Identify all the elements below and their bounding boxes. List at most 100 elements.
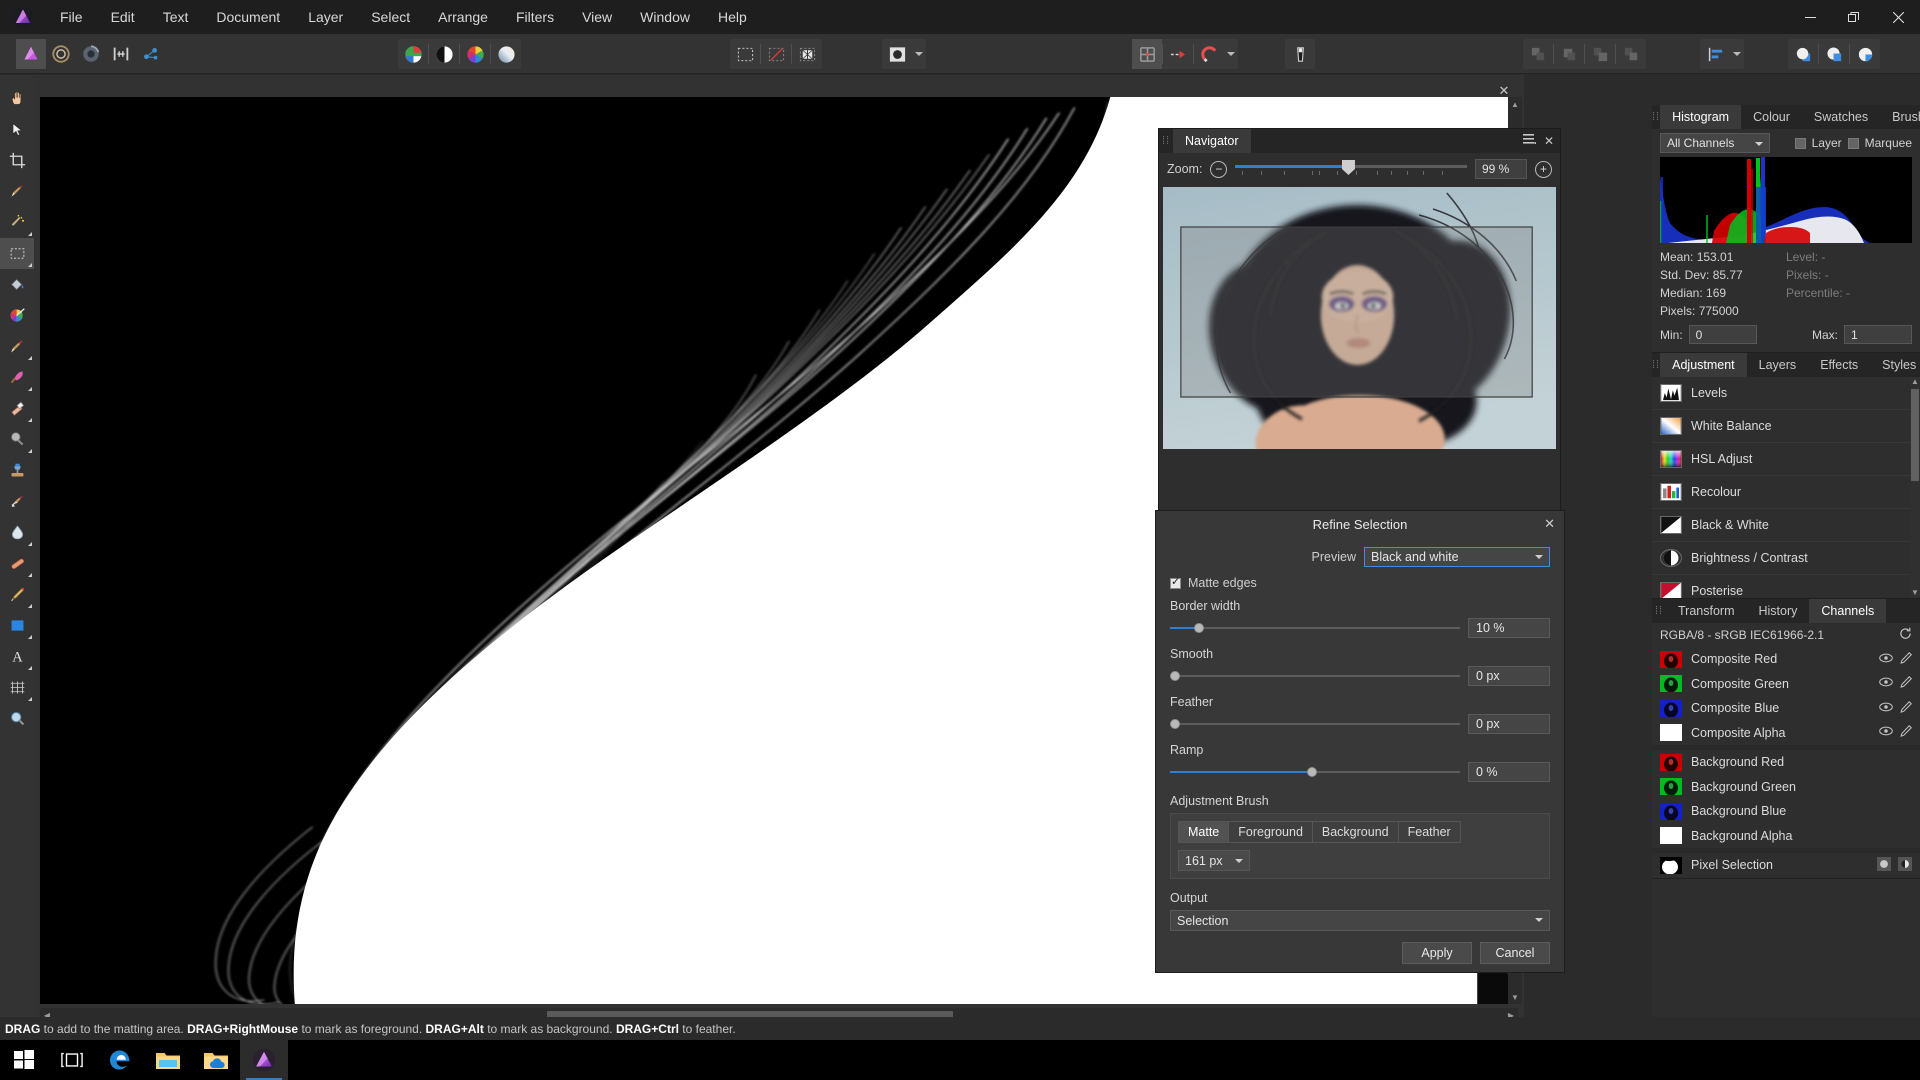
menu-item-text[interactable]: Text	[149, 0, 203, 34]
min-field[interactable]: 0	[1688, 325, 1757, 344]
blur-brush-tool-icon[interactable]	[0, 517, 34, 548]
cancel-button[interactable]: Cancel	[1480, 942, 1550, 964]
clear-selection-icon[interactable]	[761, 39, 791, 69]
scroll-up-icon[interactable]: ▲	[1911, 377, 1919, 387]
liquify-persona-icon[interactable]	[46, 39, 76, 69]
move-to-back-icon[interactable]	[1616, 39, 1646, 69]
max-field[interactable]: 1	[1844, 325, 1912, 344]
undo-brush-tool-icon[interactable]	[0, 486, 34, 517]
scroll-down-icon[interactable]: ▼	[1508, 990, 1522, 1004]
move-to-front-icon[interactable]	[1523, 39, 1553, 69]
pencil-edit-icon[interactable]	[1900, 651, 1912, 667]
snapping-options-chevron-down-icon[interactable]	[1224, 39, 1238, 69]
menu-item-edit[interactable]: Edit	[97, 0, 149, 34]
photo-persona-icon[interactable]	[16, 39, 46, 69]
visibility-eye-icon[interactable]	[1879, 726, 1893, 739]
list-item[interactable]: Black & White	[1652, 509, 1920, 542]
mesh-warp-tool-icon[interactable]	[0, 672, 34, 703]
visibility-eye-icon[interactable]	[1879, 702, 1893, 715]
edge-button[interactable]	[96, 1040, 144, 1080]
erase-brush-tool-icon[interactable]	[0, 393, 34, 424]
move-backward-icon[interactable]	[1585, 39, 1615, 69]
navigator-thumbnail[interactable]	[1163, 187, 1556, 449]
pencil-edit-icon[interactable]	[1900, 700, 1912, 716]
tab-transform[interactable]: Transform	[1666, 599, 1747, 623]
channel-row-composite-red[interactable]: Composite Red	[1652, 647, 1920, 672]
zoom-tool-icon[interactable]	[0, 703, 34, 734]
crop-document-icon[interactable]	[1285, 39, 1315, 69]
menu-item-arrange[interactable]: Arrange	[424, 0, 502, 34]
minimize-button[interactable]	[1788, 0, 1832, 34]
rectangle-tool-icon[interactable]	[0, 610, 34, 641]
layer-checkbox[interactable]	[1794, 137, 1806, 149]
pen-tool-icon[interactable]	[0, 579, 34, 610]
colour-replacement-tool-icon[interactable]	[0, 300, 34, 331]
tab-histogram[interactable]: Histogram	[1660, 105, 1742, 129]
mask-layer-icon[interactable]	[882, 39, 912, 69]
zoom-out-button[interactable]: −	[1210, 160, 1228, 178]
close-icon[interactable]: ✕	[1544, 134, 1554, 148]
menu-item-help[interactable]: Help	[704, 0, 761, 34]
smooth-field[interactable]: 0 px	[1468, 666, 1550, 686]
zoom-slider[interactable]	[1235, 160, 1467, 178]
ramp-field[interactable]: 0 %	[1468, 762, 1550, 782]
menu-item-filters[interactable]: Filters	[502, 0, 568, 34]
matte-edges-row[interactable]: Matte edges	[1170, 575, 1550, 590]
develop-persona-icon[interactable]	[76, 39, 106, 69]
marquee-tool-icon[interactable]	[0, 238, 34, 269]
output-dropdown[interactable]: Selection	[1170, 910, 1550, 931]
channel-row-pixel-selection[interactable]: Pixel Selection	[1652, 853, 1920, 878]
view-tool-icon[interactable]	[0, 83, 34, 114]
geometry-intersect-icon[interactable]	[1850, 39, 1880, 69]
brush-size-dropdown[interactable]: 161 px	[1178, 850, 1250, 871]
geometry-add-icon[interactable]	[1788, 39, 1818, 69]
onedrive-folder-button[interactable]	[192, 1040, 240, 1080]
brush-mode-feather[interactable]: Feather	[1399, 822, 1460, 842]
live-filter-icon[interactable]	[460, 39, 490, 69]
assistant-icon[interactable]	[398, 39, 428, 69]
feather-field[interactable]: 0 px	[1468, 714, 1550, 734]
ramp-slider[interactable]	[1170, 766, 1460, 778]
apply-button[interactable]: Apply	[1402, 942, 1472, 964]
tab-effects[interactable]: Effects	[1808, 353, 1870, 377]
channel-row-composite-blue[interactable]: Composite Blue	[1652, 696, 1920, 721]
list-item[interactable]: HSL Adjust	[1652, 443, 1920, 476]
channel-select-dropdown[interactable]: All Channels	[1660, 133, 1770, 153]
export-persona-icon[interactable]	[136, 39, 166, 69]
channel-row-background-green[interactable]: Background Green	[1652, 775, 1920, 800]
panel-grip-icon[interactable]: ⁞⁞	[1652, 105, 1660, 129]
menu-item-document[interactable]: Document	[202, 0, 294, 34]
mask-options-chevron-down-icon[interactable]	[912, 39, 926, 69]
adjustment-list-scrollbar[interactable]: ▲ ▼	[1910, 377, 1920, 598]
list-item[interactable]: Brightness / Contrast	[1652, 542, 1920, 575]
list-item[interactable]: White Balance	[1652, 410, 1920, 443]
close-icon[interactable]: ✕	[1544, 516, 1555, 532]
panel-grip-icon[interactable]: ⁞⁞	[1159, 129, 1173, 153]
histogram-graph[interactable]	[1660, 157, 1912, 243]
geometry-subtract-icon[interactable]	[1819, 39, 1849, 69]
brush-mode-background[interactable]: Background	[1313, 822, 1399, 842]
brush-mode-matte[interactable]: Matte	[1179, 822, 1230, 842]
brush-mode-foreground[interactable]: Foreground	[1229, 822, 1313, 842]
artistic-text-tool-icon[interactable]: A	[0, 641, 34, 672]
load-selection-icon[interactable]	[1877, 856, 1891, 874]
channel-row-background-alpha[interactable]: Background Alpha	[1652, 824, 1920, 849]
matte-edges-checkbox[interactable]	[1170, 575, 1181, 589]
refine-selection-icon[interactable]	[730, 39, 760, 69]
channel-row-composite-alpha[interactable]: Composite Alpha	[1652, 721, 1920, 746]
tab-styles[interactable]: Styles	[1870, 353, 1920, 377]
channel-row-background-blue[interactable]: Background Blue	[1652, 799, 1920, 824]
mask-icon[interactable]	[491, 39, 521, 69]
move-forward-icon[interactable]	[1554, 39, 1584, 69]
adjustment-icon[interactable]	[429, 39, 459, 69]
crop-tool-icon[interactable]	[0, 145, 34, 176]
adjustment-scroll-thumb[interactable]	[1911, 389, 1919, 481]
show-grid-icon[interactable]	[1132, 39, 1162, 69]
scroll-up-icon[interactable]: ▲	[1508, 97, 1522, 111]
snapping-icon[interactable]	[1163, 39, 1193, 69]
align-options-chevron-down-icon[interactable]	[1730, 39, 1744, 69]
zoom-value-field[interactable]: 99 %	[1475, 159, 1527, 179]
scroll-down-icon[interactable]: ▼	[1911, 588, 1919, 598]
move-tool-icon[interactable]	[0, 114, 34, 145]
magnet-icon[interactable]	[1194, 39, 1224, 69]
